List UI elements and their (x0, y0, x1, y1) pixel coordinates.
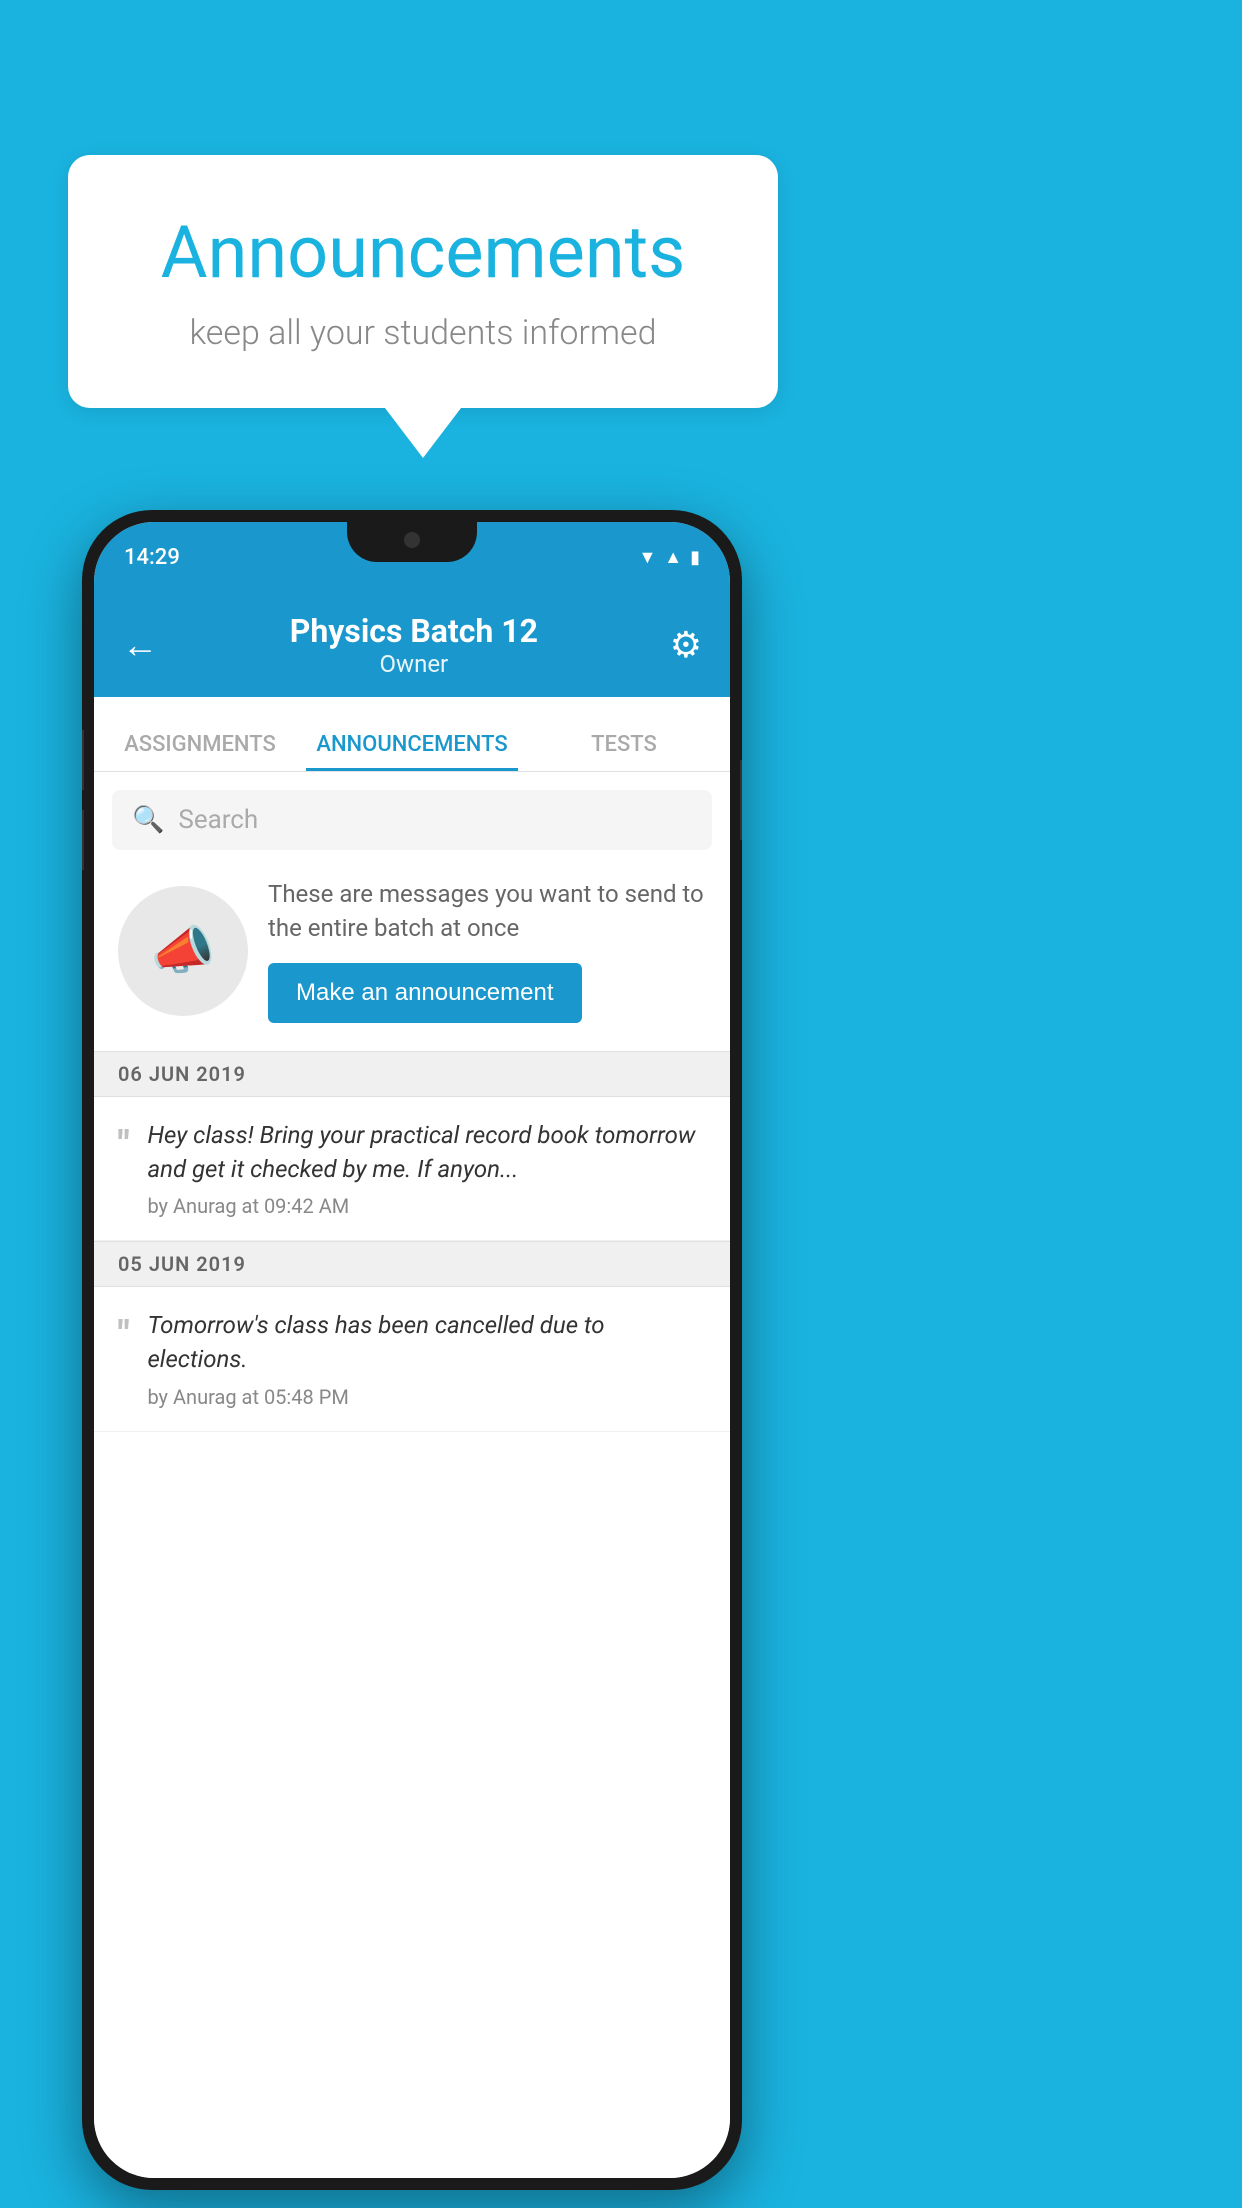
announcement-message-1: Hey class! Bring your practical record b… (147, 1119, 706, 1186)
phone-frame: 14:29 ▼ ▲ ▮ ← Physics Batch 12 Owner ⚙ A… (82, 510, 742, 2190)
signal-icon: ▲ (664, 547, 682, 568)
date-separator-2: 05 JUN 2019 (94, 1241, 730, 1287)
tabs-bar: ASSIGNMENTS ANNOUNCEMENTS TESTS (94, 697, 730, 772)
date-separator-1: 06 JUN 2019 (94, 1051, 730, 1097)
search-icon: 🔍 (132, 805, 164, 835)
announcement-message-2: Tomorrow's class has been cancelled due … (147, 1309, 706, 1376)
power-button (740, 760, 742, 840)
header-title-group: Physics Batch 12 Owner (290, 612, 538, 678)
search-placeholder: Search (178, 805, 258, 835)
tab-assignments[interactable]: ASSIGNMENTS (94, 732, 306, 771)
announcement-item-1[interactable]: " Hey class! Bring your practical record… (94, 1097, 730, 1241)
status-time: 14:29 (124, 545, 180, 570)
announcement-item-2[interactable]: " Tomorrow's class has been cancelled du… (94, 1287, 730, 1431)
intro-description: These are messages you want to send to t… (268, 878, 706, 945)
speech-bubble-title: Announcements (128, 210, 718, 295)
speech-bubble-tail (385, 408, 461, 458)
volume-up-button (82, 730, 84, 790)
announcement-text-1: Hey class! Bring your practical record b… (147, 1119, 706, 1218)
speech-bubble-section: Announcements keep all your students inf… (68, 155, 778, 458)
batch-name: Physics Batch 12 (290, 612, 538, 650)
search-bar[interactable]: 🔍 Search (112, 790, 712, 850)
speech-bubble-card: Announcements keep all your students inf… (68, 155, 778, 408)
battery-icon: ▮ (690, 547, 700, 568)
announcement-meta-2: by Anurag at 05:48 PM (147, 1385, 706, 1409)
quote-icon-2: " (118, 1313, 129, 1355)
speech-bubble-subtitle: keep all your students informed (128, 313, 718, 353)
announcement-intro: 📣 These are messages you want to send to… (94, 850, 730, 1051)
tab-announcements[interactable]: ANNOUNCEMENTS (306, 732, 518, 771)
megaphone-icon: 📣 (151, 920, 216, 981)
back-button[interactable]: ← (122, 624, 158, 666)
announcement-text-2: Tomorrow's class has been cancelled due … (147, 1309, 706, 1408)
wifi-icon: ▼ (638, 547, 656, 568)
volume-down-button (82, 810, 84, 870)
app-header: ← Physics Batch 12 Owner ⚙ (94, 592, 730, 697)
camera-icon (404, 532, 420, 548)
phone-screen: 14:29 ▼ ▲ ▮ ← Physics Batch 12 Owner ⚙ A… (94, 522, 730, 2178)
user-role: Owner (290, 650, 538, 678)
intro-right: These are messages you want to send to t… (268, 878, 706, 1023)
status-icons: ▼ ▲ ▮ (638, 547, 700, 568)
make-announcement-button[interactable]: Make an announcement (268, 963, 582, 1023)
settings-icon[interactable]: ⚙ (670, 624, 702, 666)
quote-icon-1: " (118, 1123, 129, 1165)
megaphone-icon-circle: 📣 (118, 886, 248, 1016)
content-area: 🔍 Search 📣 These are messages you want t… (94, 772, 730, 2178)
announcement-meta-1: by Anurag at 09:42 AM (147, 1194, 706, 1218)
tab-tests[interactable]: TESTS (518, 732, 730, 771)
